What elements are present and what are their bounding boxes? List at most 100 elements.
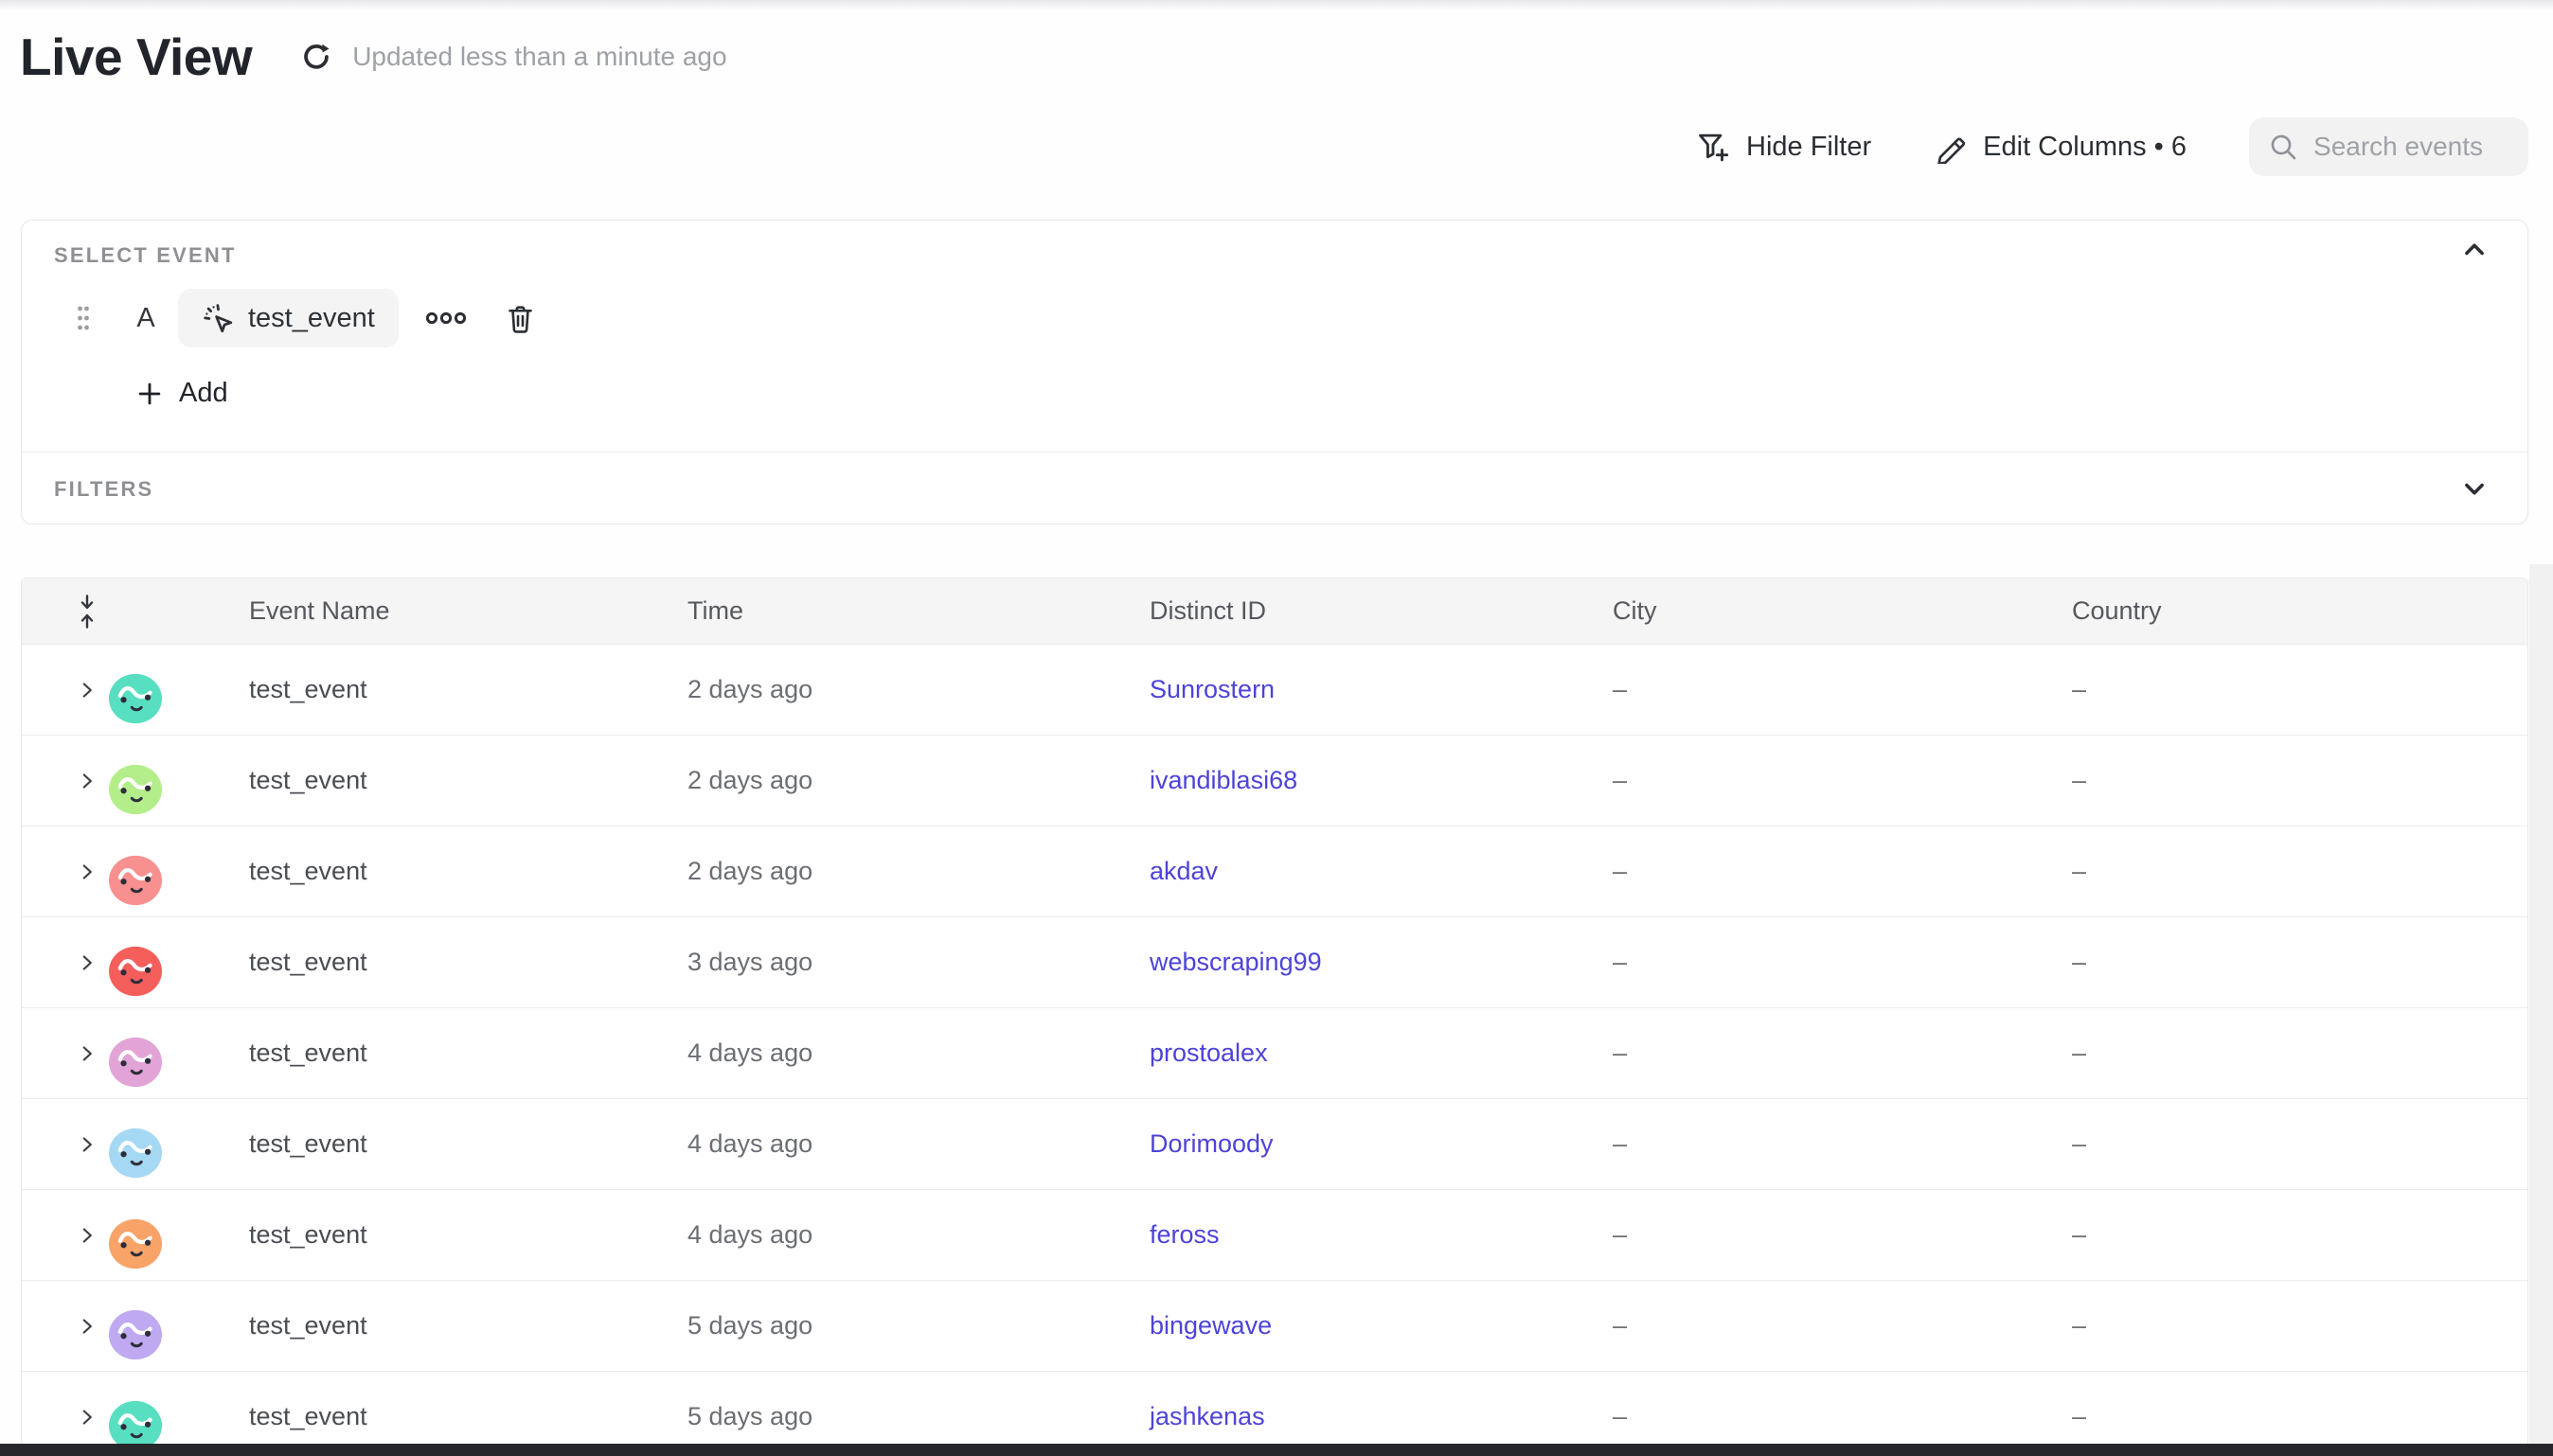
table-row: test_event 4 days ago Dorimoody – – xyxy=(22,1099,2527,1190)
cell-distinct-id-link[interactable]: ivandiblasi68 xyxy=(1150,766,1613,795)
selected-event-name: test_event xyxy=(248,303,375,334)
expand-row-button[interactable] xyxy=(73,858,101,886)
table-header-row: Event Name Time Distinct ID City Country xyxy=(22,578,2527,645)
more-options-button[interactable] xyxy=(425,306,467,330)
cell-country: – xyxy=(2072,1129,2527,1159)
chevron-right-icon xyxy=(75,950,99,975)
chevron-right-icon xyxy=(75,1223,99,1248)
filter-plus-icon xyxy=(1695,129,1731,165)
cursor-click-icon xyxy=(202,302,235,335)
table-row: test_event 5 days ago bingewave – – xyxy=(22,1281,2527,1372)
expand-row-button[interactable] xyxy=(73,767,101,795)
refresh-icon xyxy=(299,40,333,74)
cell-time: 5 days ago xyxy=(687,1311,1150,1341)
updated-status: Updated less than a minute ago xyxy=(352,42,726,72)
drag-handle-icon[interactable] xyxy=(76,304,91,332)
collapse-section-button[interactable] xyxy=(2455,234,2493,266)
column-header-distinct-id[interactable]: Distinct ID xyxy=(1150,596,1613,626)
events-table: Event Name Time Distinct ID City Country xyxy=(21,577,2528,1456)
collapse-vertical-icon xyxy=(77,594,98,630)
chevron-right-icon xyxy=(75,1314,99,1339)
select-event-section: SELECT EVENT A xyxy=(22,221,2527,453)
column-header-city[interactable]: City xyxy=(1613,596,2072,626)
cell-distinct-id-link[interactable]: feross xyxy=(1150,1220,1613,1250)
page-header: Live View Updated less than a minute ago xyxy=(20,27,727,87)
cell-city: – xyxy=(1613,1311,2072,1341)
table-body: test_event 2 days ago Sunrostern – – xyxy=(22,645,2527,1456)
cell-city: – xyxy=(1613,1220,2072,1250)
hide-filter-button[interactable]: Hide Filter xyxy=(1695,129,1871,165)
event-selector-chip[interactable]: test_event xyxy=(178,289,399,347)
collapse-all-rows-button[interactable] xyxy=(77,594,98,630)
delete-event-button[interactable] xyxy=(505,303,536,334)
table-row: test_event 3 days ago webscraping99 – – xyxy=(22,917,2527,1008)
user-avatar xyxy=(107,672,249,725)
cell-event-name: test_event xyxy=(249,857,687,886)
expand-row-button[interactable] xyxy=(73,1039,101,1068)
cell-country: – xyxy=(2072,1311,2527,1341)
expand-row-button[interactable] xyxy=(73,1130,101,1159)
column-header-event-name[interactable]: Event Name xyxy=(249,596,687,626)
expand-row-button[interactable] xyxy=(73,949,101,977)
cell-event-name: test_event xyxy=(249,675,687,704)
bottom-edge-bar xyxy=(0,1444,2553,1456)
page-title: Live View xyxy=(20,27,252,87)
pencil-icon xyxy=(1934,130,1968,164)
cell-country: – xyxy=(2072,1039,2527,1068)
search-icon xyxy=(2268,132,2298,162)
toolbar: Hide Filter Edit Columns • 6 xyxy=(1695,115,2528,178)
table-row: test_event 2 days ago ivandiblasi68 – – xyxy=(22,736,2527,826)
cell-country: – xyxy=(2072,1220,2527,1250)
cell-time: 2 days ago xyxy=(687,857,1150,886)
refresh-button[interactable] xyxy=(297,38,335,76)
event-query-row: A test_event xyxy=(22,289,536,347)
user-avatar xyxy=(107,1217,249,1270)
edit-columns-button[interactable]: Edit Columns • 6 xyxy=(1934,130,2187,164)
cell-distinct-id-link[interactable]: webscraping99 xyxy=(1150,948,1613,977)
chevron-right-icon xyxy=(75,860,99,884)
series-letter: A xyxy=(134,303,157,334)
user-avatar xyxy=(107,1036,249,1089)
cell-time: 4 days ago xyxy=(687,1220,1150,1250)
cell-city: – xyxy=(1613,1129,2072,1159)
cell-distinct-id-link[interactable]: Sunrostern xyxy=(1150,675,1613,704)
expand-row-button[interactable] xyxy=(73,1221,101,1250)
user-avatar xyxy=(107,854,249,907)
chevron-right-icon xyxy=(75,1132,99,1157)
cell-event-name: test_event xyxy=(249,766,687,795)
cell-time: 2 days ago xyxy=(687,766,1150,795)
cell-distinct-id-link[interactable]: Dorimoody xyxy=(1150,1129,1613,1159)
cell-city: – xyxy=(1613,948,2072,977)
user-avatar xyxy=(107,763,249,816)
table-row: test_event 4 days ago prostoalex – – xyxy=(22,1008,2527,1099)
select-event-label: SELECT EVENT xyxy=(54,243,237,268)
cell-country: – xyxy=(2072,857,2527,886)
cell-city: – xyxy=(1613,857,2072,886)
search-events-box[interactable] xyxy=(2249,117,2528,176)
cell-event-name: test_event xyxy=(249,1402,687,1431)
filters-section[interactable]: FILTERS xyxy=(22,453,2527,524)
expand-row-button[interactable] xyxy=(73,676,101,704)
column-header-country[interactable]: Country xyxy=(2072,596,2527,626)
cell-country: – xyxy=(2072,948,2527,977)
cell-time: 2 days ago xyxy=(687,675,1150,704)
cell-distinct-id-link[interactable]: prostoalex xyxy=(1150,1039,1613,1068)
expand-row-button[interactable] xyxy=(73,1312,101,1341)
scrollbar-gutter[interactable] xyxy=(2529,564,2553,1445)
cell-event-name: test_event xyxy=(249,948,687,977)
expand-filters-button[interactable] xyxy=(2455,472,2493,505)
cell-country: – xyxy=(2072,675,2527,704)
cell-distinct-id-link[interactable]: akdav xyxy=(1150,857,1613,886)
cell-city: – xyxy=(1613,766,2072,795)
user-avatar xyxy=(107,1127,249,1180)
expand-row-button[interactable] xyxy=(73,1403,101,1431)
cell-distinct-id-link[interactable]: bingewave xyxy=(1150,1311,1613,1341)
search-events-input[interactable] xyxy=(2313,132,2509,162)
table-row: test_event 2 days ago akdav – – xyxy=(22,826,2527,917)
cell-distinct-id-link[interactable]: jashkenas xyxy=(1150,1402,1613,1431)
edit-columns-label: Edit Columns • 6 xyxy=(1983,132,2187,163)
cell-event-name: test_event xyxy=(249,1220,687,1250)
cell-event-name: test_event xyxy=(249,1039,687,1068)
add-event-button[interactable]: Add xyxy=(136,378,228,409)
column-header-time[interactable]: Time xyxy=(687,596,1150,626)
